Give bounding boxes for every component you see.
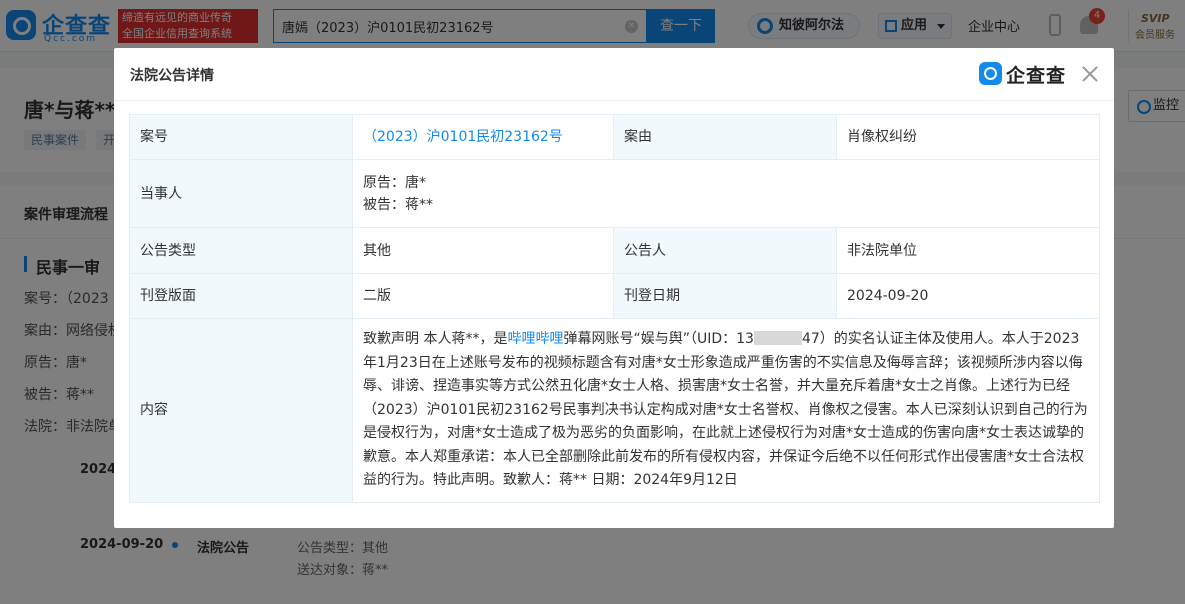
value-publish-section: 二版: [352, 273, 614, 319]
modal-title: 法院公告详情: [130, 68, 214, 84]
platform-link[interactable]: 哔哩哔哩: [507, 331, 563, 347]
label-case-no: 案号: [129, 114, 353, 160]
label-notice-type: 公告类型: [129, 227, 353, 274]
table-row: 刊登版面 二版 刊登日期 2024-09-20: [129, 273, 1100, 319]
notice-detail-table: 案号 （2023）沪0101民初23162号 案由 肖像权纠纷 当事人 原告：唐…: [129, 114, 1100, 503]
table-row: 公告类型 其他 公告人 非法院单位: [129, 227, 1100, 274]
label-parties: 当事人: [129, 159, 353, 228]
value-publish-date: 2024-09-20: [836, 273, 1100, 319]
modal-divider: [114, 100, 1114, 101]
value-content: 致歉声明 本人蒋**，是哔哩哔哩弹幕网账号“娱与舆”（UID：13 47）的实名认…: [352, 318, 1100, 503]
modal-logo-text: 企查查: [1006, 65, 1067, 87]
modal-logo: 企查查: [979, 61, 1074, 87]
table-row: 案号 （2023）沪0101民初23162号 案由 肖像权纠纷: [129, 114, 1100, 160]
label-announcer: 公告人: [613, 227, 837, 274]
value-announcer: 非法院单位: [836, 227, 1100, 274]
value-parties: 原告：唐* 被告：蒋**: [352, 159, 1100, 228]
label-publish-date: 刊登日期: [613, 273, 837, 319]
content-text-part3: 47）的实名认证主体及使用人。本人于2023年1月23日在上述账号发布的视频标题…: [363, 331, 1088, 488]
table-row: 当事人 原告：唐* 被告：蒋**: [129, 159, 1100, 228]
label-cause: 案由: [613, 114, 837, 160]
case-no-link[interactable]: （2023）沪0101民初23162号: [363, 129, 563, 145]
value-case-no: （2023）沪0101民初23162号: [352, 114, 614, 160]
content-text-part2: 弹幕网账号“娱与舆”（UID：13: [563, 331, 754, 347]
label-content: 内容: [129, 318, 353, 503]
plaintiff-text: 原告：唐*: [363, 174, 426, 191]
masked-uid: [753, 331, 802, 345]
value-notice-type: 其他: [352, 227, 614, 274]
close-icon[interactable]: [1080, 64, 1100, 84]
defendant-text: 被告：蒋**: [363, 196, 433, 213]
logo-mark-icon: [979, 62, 1002, 85]
table-row: 内容 致歉声明 本人蒋**，是哔哩哔哩弹幕网账号“娱与舆”（UID：13 47）的…: [129, 318, 1100, 503]
value-cause: 肖像权纠纷: [836, 114, 1100, 160]
court-notice-modal: 法院公告详情 企查查 案号 （2023）沪0101民初23162号 案由 肖像权…: [114, 48, 1114, 528]
label-publish-section: 刊登版面: [129, 273, 353, 319]
content-text-part1: 致歉声明 本人蒋**，是: [363, 331, 508, 347]
